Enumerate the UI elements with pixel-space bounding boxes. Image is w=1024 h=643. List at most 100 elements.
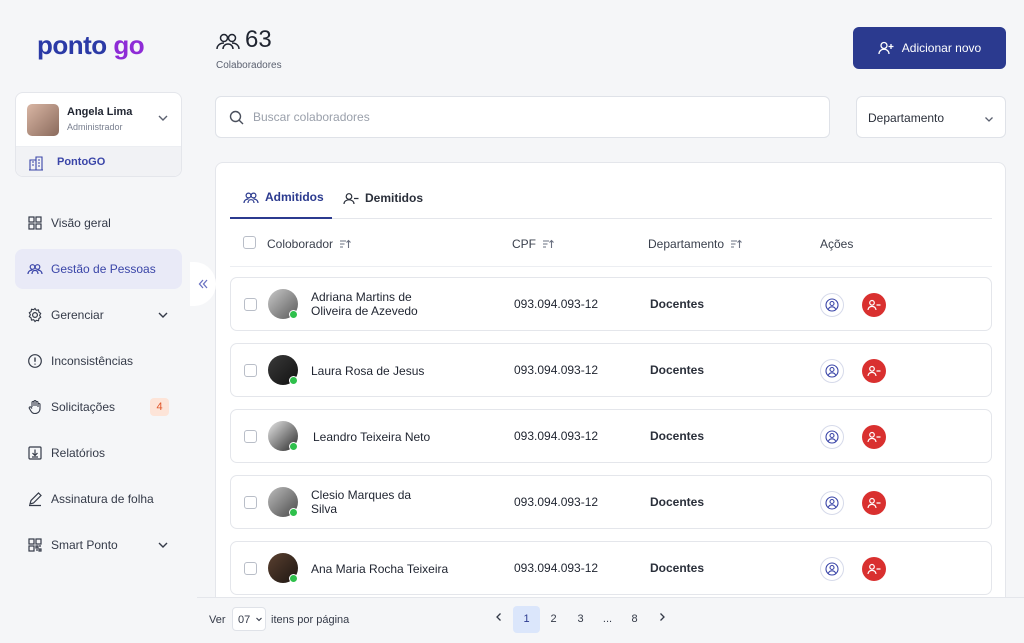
employee-department: Docentes — [650, 495, 705, 509]
sidebar-item-smart-ponto[interactable]: Smart Ponto — [15, 525, 182, 565]
chevron-down-icon[interactable] — [157, 112, 169, 124]
sidebar-item-inconsistencias[interactable]: Inconsistências — [15, 341, 182, 381]
row-checkbox[interactable] — [244, 496, 257, 509]
user-circle-icon — [825, 364, 839, 378]
sort-icon — [340, 239, 351, 248]
per-page-select[interactable]: 07 — [232, 607, 266, 631]
sidebar-item-label: Inconsistências — [51, 354, 134, 368]
sidebar-item-relatorios[interactable]: Relatórios — [15, 433, 182, 473]
online-status-dot — [289, 574, 298, 583]
page-button-8[interactable]: 8 — [621, 606, 648, 633]
table-row[interactable]: Laura Rosa de Jesus 093.094.093-12 Docen… — [230, 343, 992, 397]
user-minus-icon — [867, 299, 881, 311]
chevron-down-icon — [158, 312, 168, 318]
view-profile-button[interactable] — [820, 557, 844, 581]
sidebar-item-visao-geral[interactable]: Visão geral — [15, 203, 182, 243]
employee-name: Clesio Marques da Silva — [311, 488, 412, 516]
grid-icon — [28, 216, 42, 230]
user-role: Administrador — [67, 122, 123, 132]
user-minus-icon — [867, 431, 881, 443]
employee-cpf: 093.094.093-12 — [514, 363, 599, 377]
table-row[interactable]: Clesio Marques da Silva 093.094.093-12 D… — [230, 475, 992, 529]
user-circle-icon — [825, 562, 839, 576]
tab-demitidos[interactable]: Demitidos — [343, 177, 423, 219]
prev-page-button[interactable] — [485, 606, 512, 633]
sidebar-item-assinatura[interactable]: Assinatura de folha — [15, 479, 182, 519]
sidebar-item-gestao-pessoas[interactable]: Gestão de Pessoas — [15, 249, 182, 289]
alert-circle-icon — [28, 354, 42, 368]
per-page-label: itens por página — [271, 614, 350, 626]
online-status-dot — [289, 310, 298, 319]
sidebar-item-gerenciar[interactable]: Gerenciar — [15, 295, 182, 335]
tab-bar: Admitidos Demitidos — [230, 177, 992, 219]
user-minus-icon — [867, 497, 881, 509]
row-checkbox[interactable] — [244, 364, 257, 377]
row-checkbox[interactable] — [244, 430, 257, 443]
employee-cpf: 093.094.093-12 — [514, 297, 599, 311]
qr-code-icon — [28, 538, 42, 552]
dismiss-employee-button[interactable] — [862, 557, 886, 581]
employee-cpf: 093.094.093-12 — [514, 495, 599, 509]
next-page-button[interactable] — [648, 606, 675, 633]
table-row[interactable]: Ana Maria Rocha Teixeira 093.094.093-12 … — [230, 541, 992, 595]
page-button-2[interactable]: 2 — [540, 606, 567, 633]
column-label: Coloborador — [267, 237, 334, 251]
view-profile-button[interactable] — [820, 425, 844, 449]
hand-icon — [28, 399, 41, 415]
page-button-1[interactable]: 1 — [513, 606, 540, 633]
row-checkbox[interactable] — [244, 298, 257, 311]
employee-name: Leandro Teixeira Neto — [313, 430, 431, 444]
department-select[interactable]: Departamento — [856, 96, 1006, 138]
user-circle-icon — [825, 298, 839, 312]
sidebar-item-label: Gestão de Pessoas — [51, 262, 156, 276]
sidebar-nav: Visão geral Gestão de Pessoas Gerenciar … — [15, 203, 182, 571]
user-minus-icon — [343, 192, 359, 204]
search-input[interactable] — [253, 107, 813, 127]
pontogo-logo[interactable]: ponto go — [37, 30, 145, 61]
table-row[interactable]: Adriana Martins de Oliveira de Azevedo 0… — [230, 277, 992, 331]
employee-count: 63 — [245, 26, 272, 53]
tab-admitidos[interactable]: Admitidos — [230, 177, 332, 219]
view-profile-button[interactable] — [820, 293, 844, 317]
sort-icon — [731, 239, 742, 248]
user-card[interactable]: Angela Lima Administrador PontoGO — [15, 92, 182, 177]
building-icon — [29, 156, 43, 171]
employee-count-label: Colaboradores — [216, 60, 282, 71]
column-header-departamento[interactable]: Departamento — [648, 237, 742, 251]
company-selector[interactable]: PontoGO — [16, 146, 181, 176]
user-avatar — [27, 104, 59, 136]
dismiss-employee-button[interactable] — [862, 491, 886, 515]
per-page-prefix: Ver — [209, 614, 226, 626]
view-profile-button[interactable] — [820, 359, 844, 383]
dismiss-employee-button[interactable] — [862, 425, 886, 449]
add-employee-button[interactable]: Adicionar novo — [853, 27, 1006, 69]
user-name: Angela Lima — [67, 106, 133, 118]
column-header-cpf[interactable]: CPF — [512, 237, 554, 251]
chevron-right-icon — [659, 613, 665, 621]
chevrons-left-icon — [198, 279, 208, 289]
users-icon — [243, 191, 259, 203]
select-all-checkbox[interactable] — [243, 236, 256, 249]
notification-badge: 4 — [150, 398, 169, 416]
users-icon — [216, 33, 240, 50]
sidebar-item-label: Solicitações — [51, 400, 116, 414]
employee-name: Ana Maria Rocha Teixeira — [311, 562, 449, 576]
main-content: 63 Colaboradores Adicionar novo Departam… — [197, 0, 1024, 643]
search-box[interactable] — [215, 96, 830, 138]
table-row[interactable]: Leandro Teixeira Neto 093.094.093-12 Doc… — [230, 409, 992, 463]
sidebar-item-solicitacoes[interactable]: Solicitações 4 — [15, 387, 182, 427]
column-header-colaborador[interactable]: Coloborador — [267, 237, 351, 251]
view-profile-button[interactable] — [820, 491, 844, 515]
employee-cpf: 093.094.093-12 — [514, 561, 599, 575]
dismiss-employee-button[interactable] — [862, 293, 886, 317]
dismiss-employee-button[interactable] — [862, 359, 886, 383]
user-plus-icon — [878, 41, 894, 55]
employee-name: Laura Rosa de Jesus — [311, 364, 425, 378]
chevron-down-icon — [985, 117, 993, 122]
row-checkbox[interactable] — [244, 562, 257, 575]
download-icon — [28, 446, 42, 460]
employee-name: Adriana Martins de Oliveira de Azevedo — [311, 290, 418, 318]
online-status-dot — [289, 508, 298, 517]
page-button-3[interactable]: 3 — [567, 606, 594, 633]
department-select-value: Departamento — [868, 111, 945, 125]
